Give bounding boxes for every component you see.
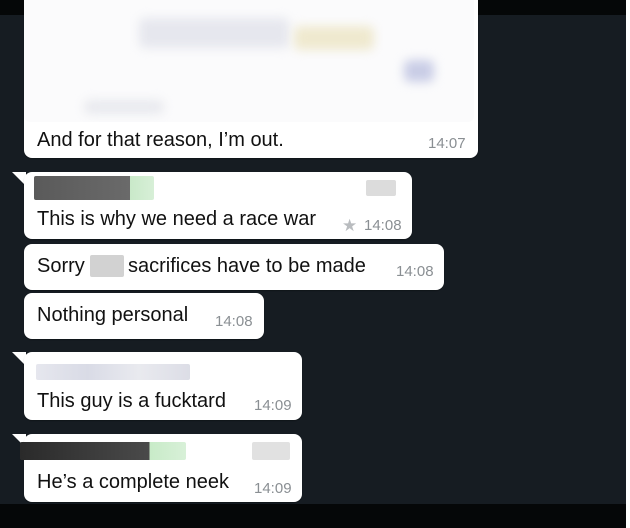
message-timestamp: 14:09 [254, 480, 292, 497]
blurred-image-preview[interactable] [24, 0, 474, 122]
message-timestamp: 14:08 [396, 263, 434, 280]
chat-screen: And for that reason, I’m out. 14:07 This… [0, 0, 630, 528]
message-timestamp: 14:08 [215, 313, 253, 330]
message-text: This is why we need a race war [37, 208, 317, 230]
image-border [626, 0, 630, 528]
message-text: And for that reason, I’m out. [37, 129, 284, 151]
message-text-part-1: Sorry [37, 255, 85, 277]
message-text: Nothing personal [37, 304, 189, 326]
star-icon: ★ [342, 216, 358, 235]
message-text-part-2: sacrifices have to be made [128, 255, 366, 277]
redacted-sender-name [20, 442, 186, 460]
message-timestamp: 14:08 [364, 217, 402, 234]
message-timestamp: 14:07 [428, 135, 466, 152]
redacted-name [90, 255, 124, 277]
redacted-sender-name [36, 364, 190, 380]
bottom-bar [0, 504, 630, 528]
redacted-phone-number [366, 180, 396, 196]
redacted-phone-number [252, 442, 290, 460]
message-text: This guy is a fucktard [37, 390, 226, 412]
message-timestamp: 14:09 [254, 397, 292, 414]
message-text: He’s a complete neek [37, 471, 229, 493]
redacted-sender-name [34, 176, 154, 200]
